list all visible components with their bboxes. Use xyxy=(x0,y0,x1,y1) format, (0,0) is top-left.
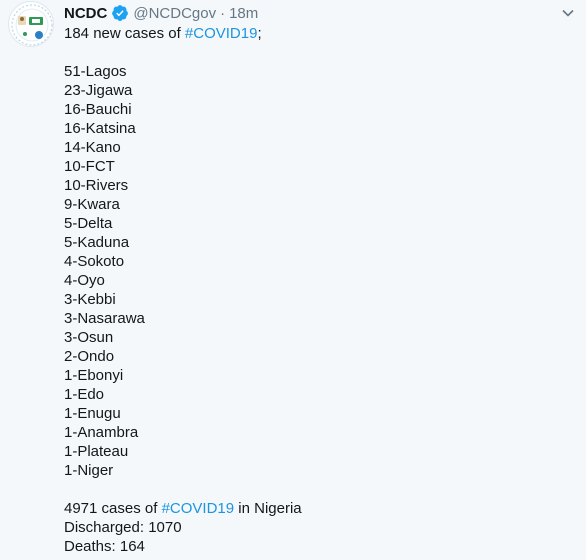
hashtag-link[interactable]: #COVID19 xyxy=(185,25,258,42)
summary-line: 4971 cases of #COVID19 in Nigeria xyxy=(64,499,574,518)
state-case-item: 9-Kwara xyxy=(64,196,120,213)
state-case-item: 3-Osun xyxy=(64,329,114,346)
discharged-line: Discharged: 1070 xyxy=(64,519,182,536)
summary-prefix: 4971 cases of xyxy=(64,500,162,517)
state-case-item: 16-Katsina xyxy=(64,120,136,137)
tweet[interactable]: NCDC @NCDCgov · 18m 184 new cases of #CO… xyxy=(0,0,586,560)
tweet-header: NCDC @NCDCgov · 18m xyxy=(64,3,258,23)
state-case-item: 1-Ebonyi xyxy=(64,367,124,384)
state-case-item: 1-Anambra xyxy=(64,424,139,441)
state-case-item: 1-Enugu xyxy=(64,405,121,422)
state-case-item: 1-Edo xyxy=(64,386,105,403)
summary-suffix: in Nigeria xyxy=(234,500,302,517)
state-case-list: 51-Lagos 23-Jigawa 16-Bauchi 16-Katsina 14-K… xyxy=(64,62,574,480)
state-case-item: 5-Kaduna xyxy=(64,234,130,251)
hashtag-link[interactable]: #COVID19 xyxy=(162,500,235,517)
verified-badge-icon xyxy=(111,4,129,22)
intro-suffix: ; xyxy=(257,25,262,42)
state-case-item: 3-Kebbi xyxy=(64,291,116,308)
state-case-item: 1-Niger xyxy=(64,462,114,479)
state-case-item: 51-Lagos xyxy=(64,63,127,80)
state-case-item: 4-Sokoto xyxy=(64,253,125,270)
state-case-item: 5-Delta xyxy=(64,215,113,232)
deaths-line: Deaths: 164 xyxy=(64,538,145,555)
display-name[interactable]: NCDC xyxy=(64,5,107,22)
state-case-item: 23-Jigawa xyxy=(64,82,133,99)
timestamp[interactable]: 18m xyxy=(229,5,258,22)
state-case-item: 14-Kano xyxy=(64,139,121,156)
intro-line: 184 new cases of #COVID19; xyxy=(64,24,574,43)
intro-prefix: 184 new cases of xyxy=(64,25,185,42)
state-case-item: 10-Rivers xyxy=(64,177,129,194)
state-case-item: 2-Ondo xyxy=(64,348,115,365)
avatar[interactable] xyxy=(8,1,54,47)
tweet-text: 184 new cases of #COVID19; 51-Lagos 23-Ji… xyxy=(64,24,574,556)
chevron-down-icon[interactable] xyxy=(560,5,576,21)
separator-dot: · xyxy=(220,4,226,22)
state-case-item: 16-Bauchi xyxy=(64,101,132,118)
state-case-item: 4-Oyo xyxy=(64,272,105,289)
state-case-item: 10-FCT xyxy=(64,158,115,175)
user-handle[interactable]: @NCDCgov xyxy=(133,5,216,22)
state-case-item: 3-Nasarawa xyxy=(64,310,145,327)
state-case-item: 1-Plateau xyxy=(64,443,129,460)
ncdc-logo-icon xyxy=(11,4,53,46)
